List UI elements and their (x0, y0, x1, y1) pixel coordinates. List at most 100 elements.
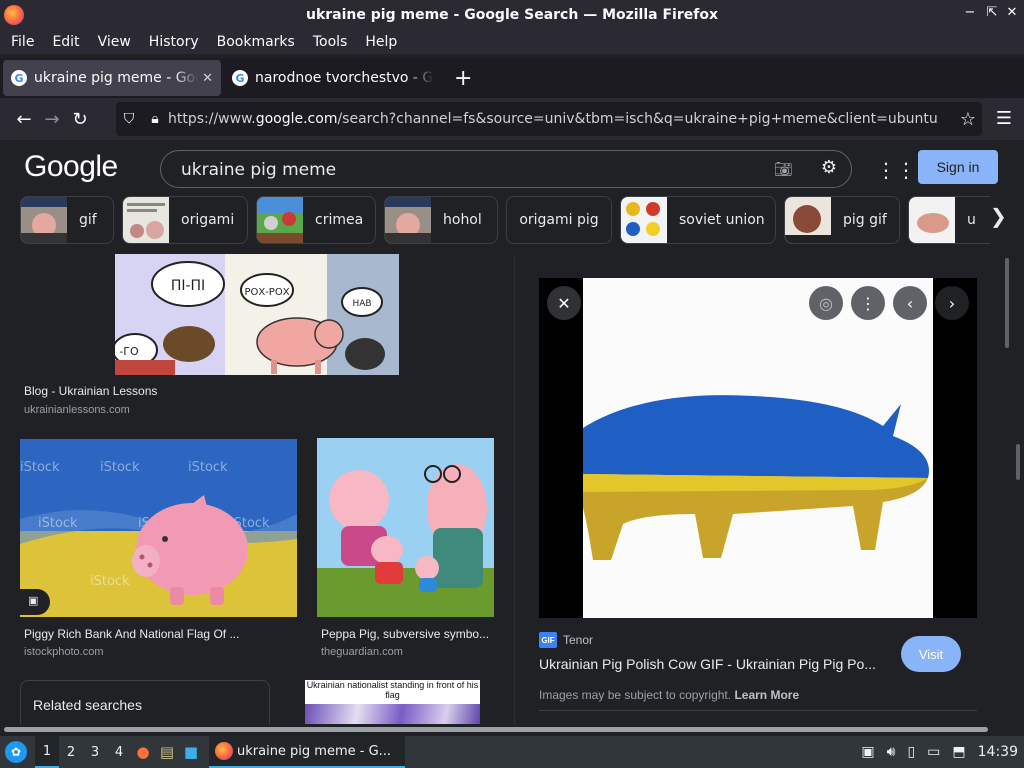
camera-icon[interactable]: 📷︎ (774, 160, 793, 178)
search-input[interactable]: ukraine pig meme (181, 160, 336, 180)
result-image-caption: Ukrainian nationalist standing in front … (306, 680, 479, 700)
menu-edit[interactable]: Edit (47, 34, 84, 50)
chip-label: crimea (315, 212, 364, 228)
bookmark-star-icon[interactable]: ☆ (954, 109, 982, 130)
forward-arrow-icon[interactable]: → (38, 109, 66, 130)
vertical-scrollbar[interactable] (1000, 254, 1024, 724)
url-bar[interactable]: ⛉ 🔒︎ https://www.google.com/search?chann… (116, 102, 982, 136)
chip-label: origami (181, 212, 235, 228)
start-menu-icon[interactable]: ✿ (5, 741, 27, 763)
firefox-launcher-icon[interactable]: ● (131, 743, 155, 761)
result-image-flag (305, 704, 480, 724)
scrollbar-thumb[interactable] (1016, 444, 1020, 480)
chip-thumb-image (785, 197, 831, 243)
tab-ukraine-pig-meme[interactable]: G ukraine pig meme - Google Search ✕ (3, 60, 221, 96)
lens-search-icon[interactable]: ◎ (809, 286, 843, 320)
chip-pig-gif[interactable]: pig gif (784, 196, 900, 244)
svg-text:iStock: iStock (38, 516, 78, 531)
shield-icon[interactable]: ⛉ (116, 111, 142, 127)
chip-u[interactable]: u (908, 196, 990, 244)
lock-icon[interactable]: 🔒︎ (142, 111, 168, 127)
chip-soviet-union[interactable]: soviet union (620, 196, 776, 244)
close-tab-icon[interactable]: ✕ (202, 71, 213, 86)
file-manager-icon[interactable]: ▤ (155, 743, 179, 761)
workspace-3[interactable]: 3 (83, 736, 107, 768)
google-logo[interactable]: Google (24, 150, 118, 184)
menu-help[interactable]: Help (360, 34, 402, 50)
close-window-button[interactable]: ✕ (1002, 5, 1022, 20)
menu-history[interactable]: History (144, 34, 204, 50)
svg-text:iStock: iStock (90, 574, 130, 589)
visit-button[interactable]: Visit (901, 636, 961, 672)
menu-view[interactable]: View (93, 34, 136, 50)
image-preview-panel: ✕ ◎ ⋮ ‹ › GIF Tenor Ukrainian Pig Polish… (514, 254, 1000, 724)
google-favicon-icon: G (11, 70, 27, 86)
tab-narodnoe-tvorchestvo[interactable]: G narodnoe tvorchestvo - Google Search (224, 60, 442, 96)
chip-origami[interactable]: origami (122, 196, 248, 244)
clipboard-icon[interactable]: ▣ (861, 744, 874, 760)
sign-in-button[interactable]: Sign in (918, 150, 998, 184)
preview-image-ukrainian-pig[interactable] (583, 278, 933, 618)
menu-tools[interactable]: Tools (308, 34, 353, 50)
workspace-2[interactable]: 2 (59, 736, 83, 768)
result-image-nationalist[interactable]: Ukrainian nationalist standing in front … (305, 680, 480, 724)
chip-crimea[interactable]: crimea (256, 196, 376, 244)
chevron-right-icon[interactable]: ❯ (990, 204, 1007, 228)
chip-thumb-image (123, 197, 169, 243)
chip-thumb-image (621, 197, 667, 243)
app-menu-icon[interactable]: ☰ (996, 108, 1012, 129)
result-title[interactable]: Peppa Pig, subversive symbo... (321, 627, 493, 641)
learn-more-link[interactable]: Learn More (734, 688, 799, 702)
related-searches-panel[interactable]: Related searches (20, 680, 270, 724)
settings-gear-icon[interactable]: ⚙ (821, 157, 837, 178)
search-box[interactable]: ukraine pig meme 📷︎ ⚙ (160, 150, 852, 188)
volume-icon[interactable]: 🔊︎ (887, 744, 896, 760)
menu-bookmarks[interactable]: Bookmarks (212, 34, 300, 50)
reload-icon[interactable]: ↻ (66, 109, 94, 130)
preview-title[interactable]: Ukrainian Pig Polish Cow GIF - Ukrainian… (539, 656, 891, 672)
chip-thumb-image (257, 197, 303, 243)
url-text[interactable]: https://www.google.com/search?channel=fs… (168, 111, 954, 127)
tab-bar: G ukraine pig meme - Google Search ✕ G n… (0, 58, 1024, 98)
copyright-notice: Images may be subject to copyright. Lear… (539, 688, 800, 702)
chip-origami-pig[interactable]: origami pig (506, 196, 612, 244)
more-options-icon[interactable]: ⋮ (851, 286, 885, 320)
chip-thumb-image (909, 197, 955, 243)
chip-hohol[interactable]: hohol (384, 196, 498, 244)
scrollbar-thumb[interactable] (4, 727, 988, 732)
updates-icon[interactable]: ⬒ (952, 744, 965, 760)
result-title[interactable]: Piggy Rich Bank And National Flag Of ... (24, 627, 294, 641)
maximize-button[interactable]: ⇱ (982, 5, 1002, 20)
clock: 14:39 (977, 744, 1018, 760)
result-image-peppa[interactable] (317, 438, 494, 617)
menu-file[interactable]: File (6, 34, 39, 50)
result-title[interactable]: Blog - Ukrainian Lessons (24, 384, 304, 398)
horizontal-scrollbar[interactable] (0, 724, 1024, 736)
close-preview-icon[interactable]: ✕ (547, 286, 581, 320)
previous-image-icon[interactable]: ‹ (893, 286, 927, 320)
result-image-piggy-bank[interactable]: iStock iStock iStock iStock iStock iStoc… (20, 439, 297, 617)
image-results: ПІ-ПІ РОХ-РОХ НАВ -ГО Blog - Ukrainian L… (0, 254, 514, 724)
next-image-icon[interactable]: › (935, 286, 969, 320)
chip-gif[interactable]: gif (20, 196, 114, 244)
divider (539, 710, 977, 711)
taskbar: ✿ 1 2 3 4 ● ▤ ■ ukraine pig meme - G... … (0, 736, 1024, 768)
notes-icon[interactable]: ▯ (907, 744, 915, 760)
chip-label: gif (79, 212, 97, 228)
apps-grid-icon[interactable]: ⋮⋮ (876, 158, 916, 182)
task-firefox-window[interactable]: ukraine pig meme - G... (209, 736, 405, 768)
desktop-icon[interactable]: ■ (179, 743, 203, 761)
workspace-1[interactable]: 1 (35, 736, 59, 768)
window-titlebar: ukraine pig meme - Google Search — Mozil… (0, 0, 1024, 30)
workspace-4[interactable]: 4 (107, 736, 131, 768)
new-tab-button[interactable]: + (454, 66, 472, 91)
result-image-cartoon[interactable]: ПІ-ПІ РОХ-РОХ НАВ -ГО (115, 254, 399, 375)
chip-label: hohol (443, 212, 482, 228)
preview-source-name: Tenor (563, 633, 594, 647)
google-favicon-icon: G (232, 70, 248, 86)
chip-thumb-image (21, 197, 67, 243)
minimize-button[interactable]: − (960, 5, 980, 20)
network-icon[interactable]: ▭ (927, 744, 940, 760)
scrollbar-thumb[interactable] (1005, 258, 1009, 348)
back-arrow-icon[interactable]: ← (10, 109, 38, 130)
